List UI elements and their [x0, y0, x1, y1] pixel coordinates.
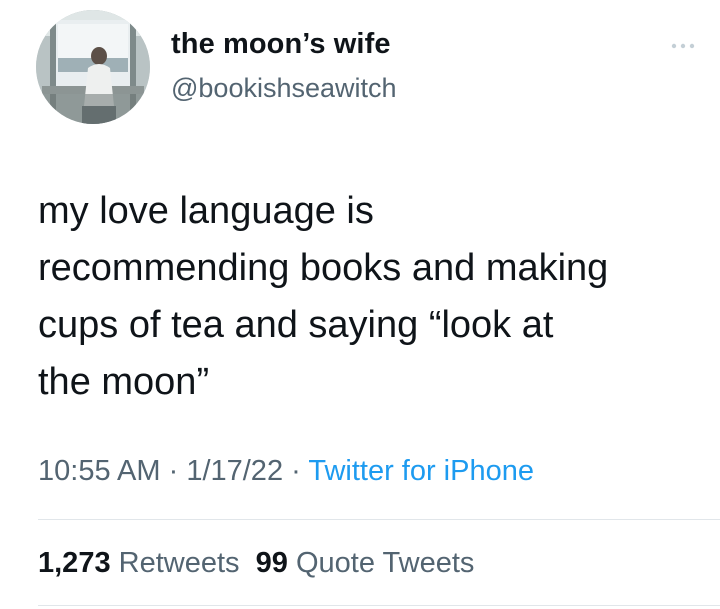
tweet-text-line: cups of tea and saying “look at — [38, 304, 554, 346]
tweet-text-line: the moon” — [38, 361, 210, 403]
tweet-meta: 10:55 AM · 1/17/22 · Twitter for iPhone — [38, 455, 534, 488]
quote-tweets-label: Quote Tweets — [295, 547, 475, 579]
tweet-time[interactable]: 10:55 AM — [38, 455, 161, 487]
tweet-stats: 1,273 Retweets 99 Quote Tweets — [38, 547, 474, 580]
tweet-date[interactable]: 1/17/22 — [186, 455, 283, 487]
retweets-label: Retweets — [118, 547, 240, 579]
retweets-stat[interactable]: 1,273 Retweets — [38, 547, 240, 579]
tweet-text: my love language is recommending books a… — [38, 183, 708, 411]
divider — [38, 519, 720, 520]
retweets-count: 1,273 — [38, 547, 111, 579]
quote-tweets-stat[interactable]: 99 Quote Tweets — [256, 547, 475, 579]
meta-separator: · — [283, 455, 309, 487]
display-name[interactable]: the moon’s wife — [171, 28, 391, 61]
avatar[interactable] — [36, 10, 150, 124]
user-handle[interactable]: @bookishseawitch — [171, 73, 397, 104]
quote-tweets-count: 99 — [255, 547, 288, 579]
more-dots-icon[interactable] — [668, 34, 698, 58]
tweet-source-link[interactable]: Twitter for iPhone — [308, 455, 534, 487]
tweet-text-line: my love language is — [38, 190, 374, 232]
tweet-text-line: recommending books and making — [38, 247, 609, 289]
tweet-card: the moon’s wife @bookishseawitch my love… — [0, 0, 720, 609]
divider — [38, 605, 720, 606]
meta-separator: · — [160, 455, 187, 487]
avatar-photo-icon — [36, 10, 150, 124]
